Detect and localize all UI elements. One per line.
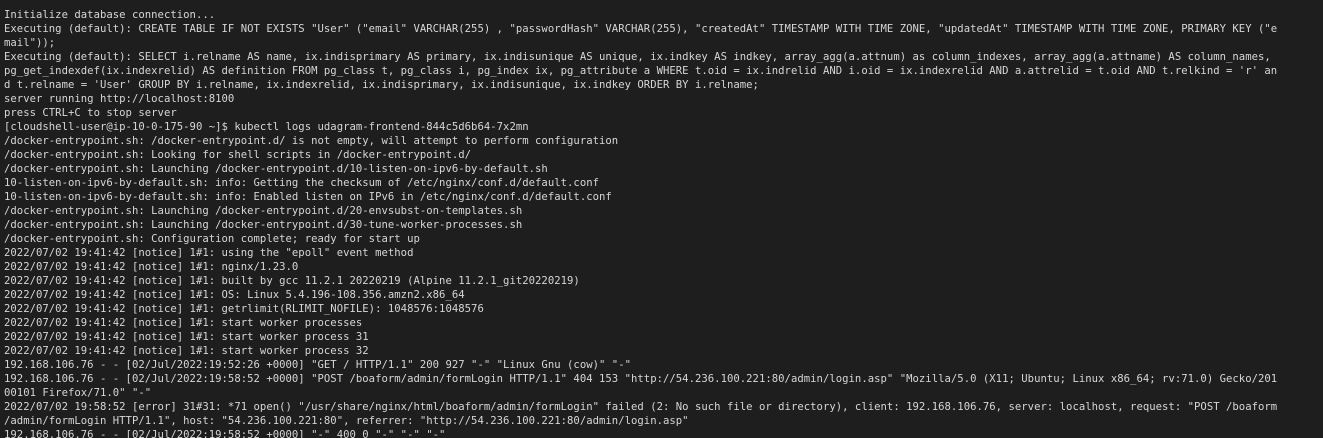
- terminal-line: Executing (default): SELECT i.relname AS…: [4, 51, 1271, 63]
- terminal-line: /docker-entrypoint.sh: Launching /docker…: [4, 219, 523, 231]
- terminal-line: /docker-entrypoint.sh: Launching /docker…: [4, 163, 548, 175]
- terminal-line: /docker-entrypoint.sh: Launching /docker…: [4, 205, 523, 217]
- terminal-line: 2022/07/02 19:41:42 [notice] 1#1: start …: [4, 317, 363, 329]
- terminal-line: /docker-entrypoint.sh: Configuration com…: [4, 233, 420, 245]
- terminal-line: /docker-entrypoint.sh: /docker-entrypoin…: [4, 135, 619, 147]
- terminal-line: 2022/07/02 19:41:42 [notice] 1#1: getrli…: [4, 303, 484, 315]
- terminal-line: /docker-entrypoint.sh: Looking for shell…: [4, 149, 472, 161]
- terminal-line: d t.relname = 'User' GROUP BY i.relname,…: [4, 79, 759, 91]
- terminal-line: 2022/07/02 19:58:52 [error] 31#31: *71 o…: [4, 401, 1278, 413]
- terminal-line: 10-listen-on-ipv6-by-default.sh: info: E…: [4, 191, 612, 203]
- terminal-line: 192.168.106.76 - - [02/Jul/2022:19:58:52…: [4, 373, 1278, 385]
- terminal-line: 192.168.106.76 - - [02/Jul/2022:19:58:52…: [4, 429, 446, 438]
- terminal-line: 2022/07/02 19:41:42 [notice] 1#1: OS: Li…: [4, 289, 465, 301]
- terminal-line: pg_get_indexdef(ix.indexrelid) AS defini…: [4, 65, 1278, 77]
- terminal-output[interactable]: Initialize database connection... Execut…: [0, 0, 1323, 438]
- terminal-line: 2022/07/02 19:41:42 [notice] 1#1: nginx/…: [4, 261, 299, 273]
- terminal-line: Initialize database connection...: [4, 9, 216, 21]
- terminal-line: mail"));: [4, 37, 56, 49]
- shell-prompt-line: [cloudshell-user@ip-10-0-175-90 ~]$ kube…: [4, 121, 529, 133]
- terminal-line: 2022/07/02 19:41:42 [notice] 1#1: built …: [4, 275, 580, 287]
- terminal-line: 00101 Firefox/71.0" "-": [4, 387, 152, 399]
- terminal-line: press CTRL+C to stop server: [4, 107, 177, 119]
- terminal-line: 2022/07/02 19:41:42 [notice] 1#1: using …: [4, 247, 414, 259]
- terminal-line: Executing (default): CREATE TABLE IF NOT…: [4, 23, 1278, 35]
- terminal-line: 10-listen-on-ipv6-by-default.sh: info: G…: [4, 177, 600, 189]
- terminal-line: 2022/07/02 19:41:42 [notice] 1#1: start …: [4, 331, 369, 343]
- terminal-line: 2022/07/02 19:41:42 [notice] 1#1: start …: [4, 345, 369, 357]
- terminal-line: 192.168.106.76 - - [02/Jul/2022:19:52:26…: [4, 359, 632, 371]
- terminal-line: server running http://localhost:8100: [4, 93, 235, 105]
- terminal-line: /admin/formLogin HTTP/1.1", host: "54.23…: [4, 415, 689, 427]
